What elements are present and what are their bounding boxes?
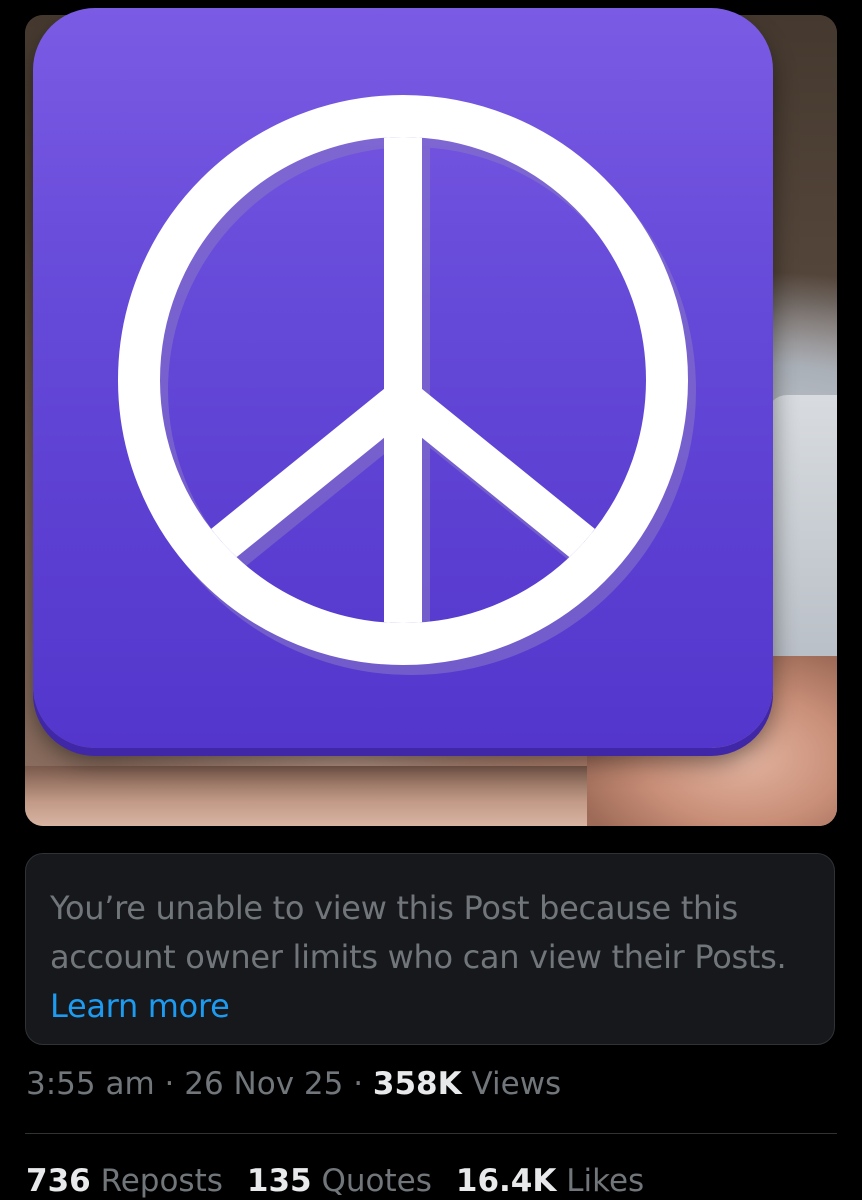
reposts-label: Reposts <box>90 1163 223 1199</box>
post-date[interactable]: 26 Nov 25 <box>184 1066 343 1102</box>
quotes-stat[interactable]: 135 Quotes <box>247 1159 432 1200</box>
post-stats: 736 Reposts 135 Quotes 16.4K Likes <box>26 1159 668 1200</box>
likes-count: 16.4K <box>455 1163 557 1199</box>
quotes-label: Quotes <box>311 1163 432 1199</box>
reposts-stat[interactable]: 736 Reposts <box>26 1159 223 1200</box>
media-photo-arm <box>25 766 625 826</box>
views-label: Views <box>461 1066 562 1102</box>
notice-text: You’re unable to view this Post because … <box>50 884 810 1031</box>
peace-sign-icon <box>118 95 696 675</box>
post-time[interactable]: 3:55 am <box>26 1066 155 1102</box>
meta-separator: · <box>154 1066 185 1102</box>
media-photo-sheet <box>767 395 837 675</box>
divider <box>25 1133 837 1134</box>
restricted-post-notice: You’re unable to view this Post because … <box>25 853 835 1045</box>
notice-message: You’re unable to view this Post because … <box>50 889 787 976</box>
post-meta: 3:55 am · 26 Nov 25 · 358K Views <box>26 1062 561 1106</box>
quotes-count: 135 <box>246 1163 312 1199</box>
learn-more-link[interactable]: Learn more <box>50 987 230 1025</box>
likes-label: Likes <box>556 1163 645 1199</box>
reposts-count: 736 <box>26 1163 91 1199</box>
likes-stat[interactable]: 16.4K Likes <box>456 1159 644 1200</box>
views-count: 358K <box>372 1066 462 1102</box>
meta-separator: · <box>343 1066 373 1102</box>
peace-sign-app-icon <box>33 8 773 748</box>
